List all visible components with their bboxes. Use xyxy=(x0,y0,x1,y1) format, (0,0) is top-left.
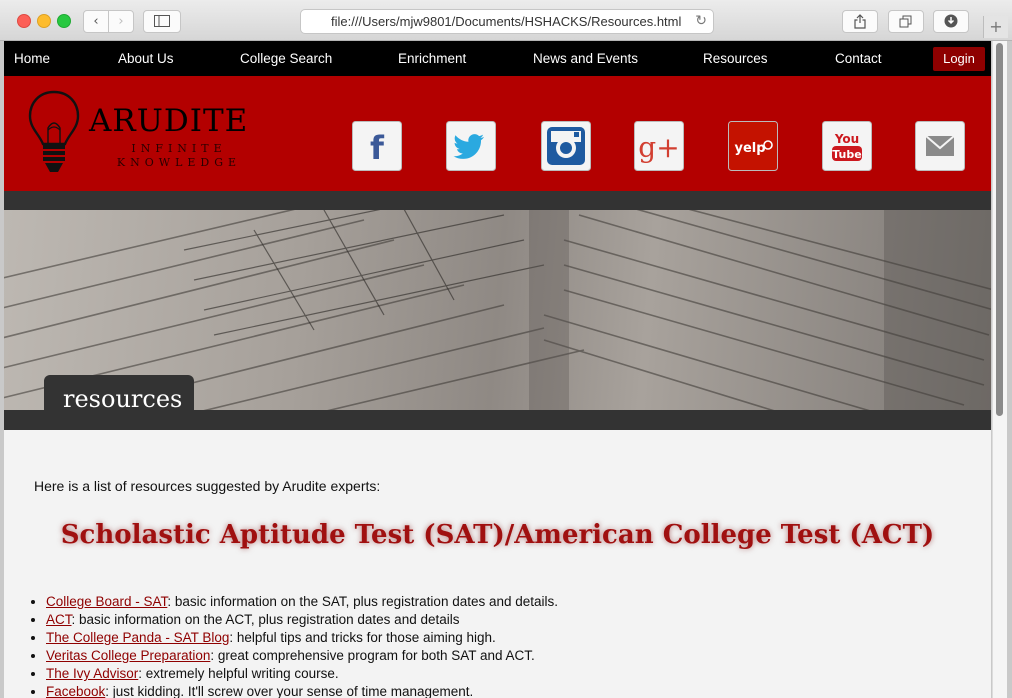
intro-text: Here is a list of resources suggested by… xyxy=(34,478,381,494)
new-tab-button[interactable]: + xyxy=(983,16,1008,38)
vertical-scrollbar[interactable] xyxy=(992,41,1007,698)
share-icon xyxy=(854,14,866,29)
yelp-icon: yelp xyxy=(728,121,778,171)
resource-link-veritas[interactable]: Veritas College Preparation xyxy=(46,648,210,663)
resource-link-college-board[interactable]: College Board - SAT xyxy=(46,594,167,609)
svg-text:g+: g+ xyxy=(638,131,679,164)
yelp-link[interactable]: yelp xyxy=(728,121,778,171)
lightbulb-logo-icon xyxy=(28,90,80,172)
resource-description: : helpful tips and tricks for those aimi… xyxy=(229,630,496,645)
url-text: file:///Users/mjw9801/Documents/HSHACKS/… xyxy=(331,14,682,29)
youtube-link[interactable]: You Tube xyxy=(822,121,872,171)
brand-name: ARUDITE xyxy=(89,103,249,139)
top-navigation: Home About Us College Search Enrichment … xyxy=(4,41,991,76)
facebook-icon: f xyxy=(352,121,402,171)
show-tabs-button[interactable] xyxy=(888,10,924,33)
svg-text:Tube: Tube xyxy=(832,148,861,161)
google-plus-icon: g+ xyxy=(634,121,684,171)
chevron-left-icon: ‹ xyxy=(93,14,99,29)
downloads-button[interactable] xyxy=(933,10,969,33)
header-divider xyxy=(4,191,991,210)
list-item: ACT: basic information on the ACT, plus … xyxy=(46,611,558,629)
page-title-tab: resources xyxy=(44,375,194,429)
section-heading: Scholastic Aptitude Test (SAT)/American … xyxy=(60,520,935,550)
resource-list: College Board - SAT: basic information o… xyxy=(26,593,558,698)
resource-description: : basic information on the ACT, plus reg… xyxy=(71,612,460,627)
login-button[interactable]: Login xyxy=(933,47,985,71)
minimize-window-button[interactable] xyxy=(37,14,51,28)
resource-description: : basic information on the SAT, plus reg… xyxy=(167,594,559,609)
list-item: The Ivy Advisor: extremely helpful writi… xyxy=(46,665,558,683)
forward-button[interactable]: › xyxy=(108,10,134,33)
download-icon xyxy=(944,14,958,28)
instagram-link[interactable] xyxy=(541,121,591,171)
address-bar[interactable]: file:///Users/mjw9801/Documents/HSHACKS/… xyxy=(300,9,714,34)
svg-text:f: f xyxy=(370,129,385,167)
nav-news-and-events[interactable]: News and Events xyxy=(533,41,638,76)
chevron-right-icon: › xyxy=(118,14,124,29)
resource-link-act[interactable]: ACT xyxy=(46,612,72,627)
twitter-icon xyxy=(446,121,496,171)
nav-resources[interactable]: Resources xyxy=(703,41,768,76)
maximize-window-button[interactable] xyxy=(57,14,71,28)
plus-icon: + xyxy=(989,17,1003,36)
page-viewport: Home About Us College Search Enrichment … xyxy=(4,41,991,698)
nav-enrichment[interactable]: Enrichment xyxy=(398,41,466,76)
instagram-icon xyxy=(541,121,591,171)
facebook-link[interactable]: f xyxy=(352,121,402,171)
tabs-icon xyxy=(899,15,912,28)
list-item: College Board - SAT: basic information o… xyxy=(46,593,558,611)
scrollbar-thumb[interactable] xyxy=(996,43,1003,416)
email-link[interactable] xyxy=(915,121,965,171)
share-button[interactable] xyxy=(842,10,878,33)
browser-toolbar: ‹ › file:///Users/mjw9801/Documents/HSHA… xyxy=(0,0,1012,41)
envelope-icon xyxy=(915,121,965,171)
back-button[interactable]: ‹ xyxy=(83,10,109,33)
twitter-link[interactable] xyxy=(446,121,496,171)
svg-text:You: You xyxy=(834,132,859,146)
brand-tagline: INFINITE KNOWLEDGE xyxy=(116,142,242,169)
resource-description: : just kidding. It'll screw over your se… xyxy=(105,684,474,698)
nav-college-search[interactable]: College Search xyxy=(240,41,332,76)
svg-text:yelp: yelp xyxy=(734,141,765,156)
youtube-icon: You Tube xyxy=(822,121,872,171)
nav-contact[interactable]: Contact xyxy=(835,41,882,76)
nav-about-us[interactable]: About Us xyxy=(118,41,174,76)
reload-icon[interactable]: ↻ xyxy=(695,10,707,33)
resource-description: : great comprehensive program for both S… xyxy=(210,648,535,663)
site-header: ARUDITE INFINITE KNOWLEDGE f g+ yelp You… xyxy=(4,76,991,191)
resource-link-ivy-advisor[interactable]: The Ivy Advisor xyxy=(46,666,138,681)
nav-home[interactable]: Home xyxy=(14,41,50,76)
sidebar-icon xyxy=(154,15,170,27)
page-title: resources xyxy=(63,385,183,413)
sidebar-toggle-button[interactable] xyxy=(143,10,181,33)
list-item: Veritas College Preparation: great compr… xyxy=(46,647,558,665)
list-item: The College Panda - SAT Blog: helpful ti… xyxy=(46,629,558,647)
resource-link-facebook[interactable]: Facebook xyxy=(46,684,105,698)
list-item: Facebook: just kidding. It'll screw over… xyxy=(46,683,558,698)
resource-link-college-panda[interactable]: The College Panda - SAT Blog xyxy=(46,630,229,645)
close-window-button[interactable] xyxy=(17,14,31,28)
resource-description: : extremely helpful writing course. xyxy=(138,666,339,681)
google-plus-link[interactable]: g+ xyxy=(634,121,684,171)
